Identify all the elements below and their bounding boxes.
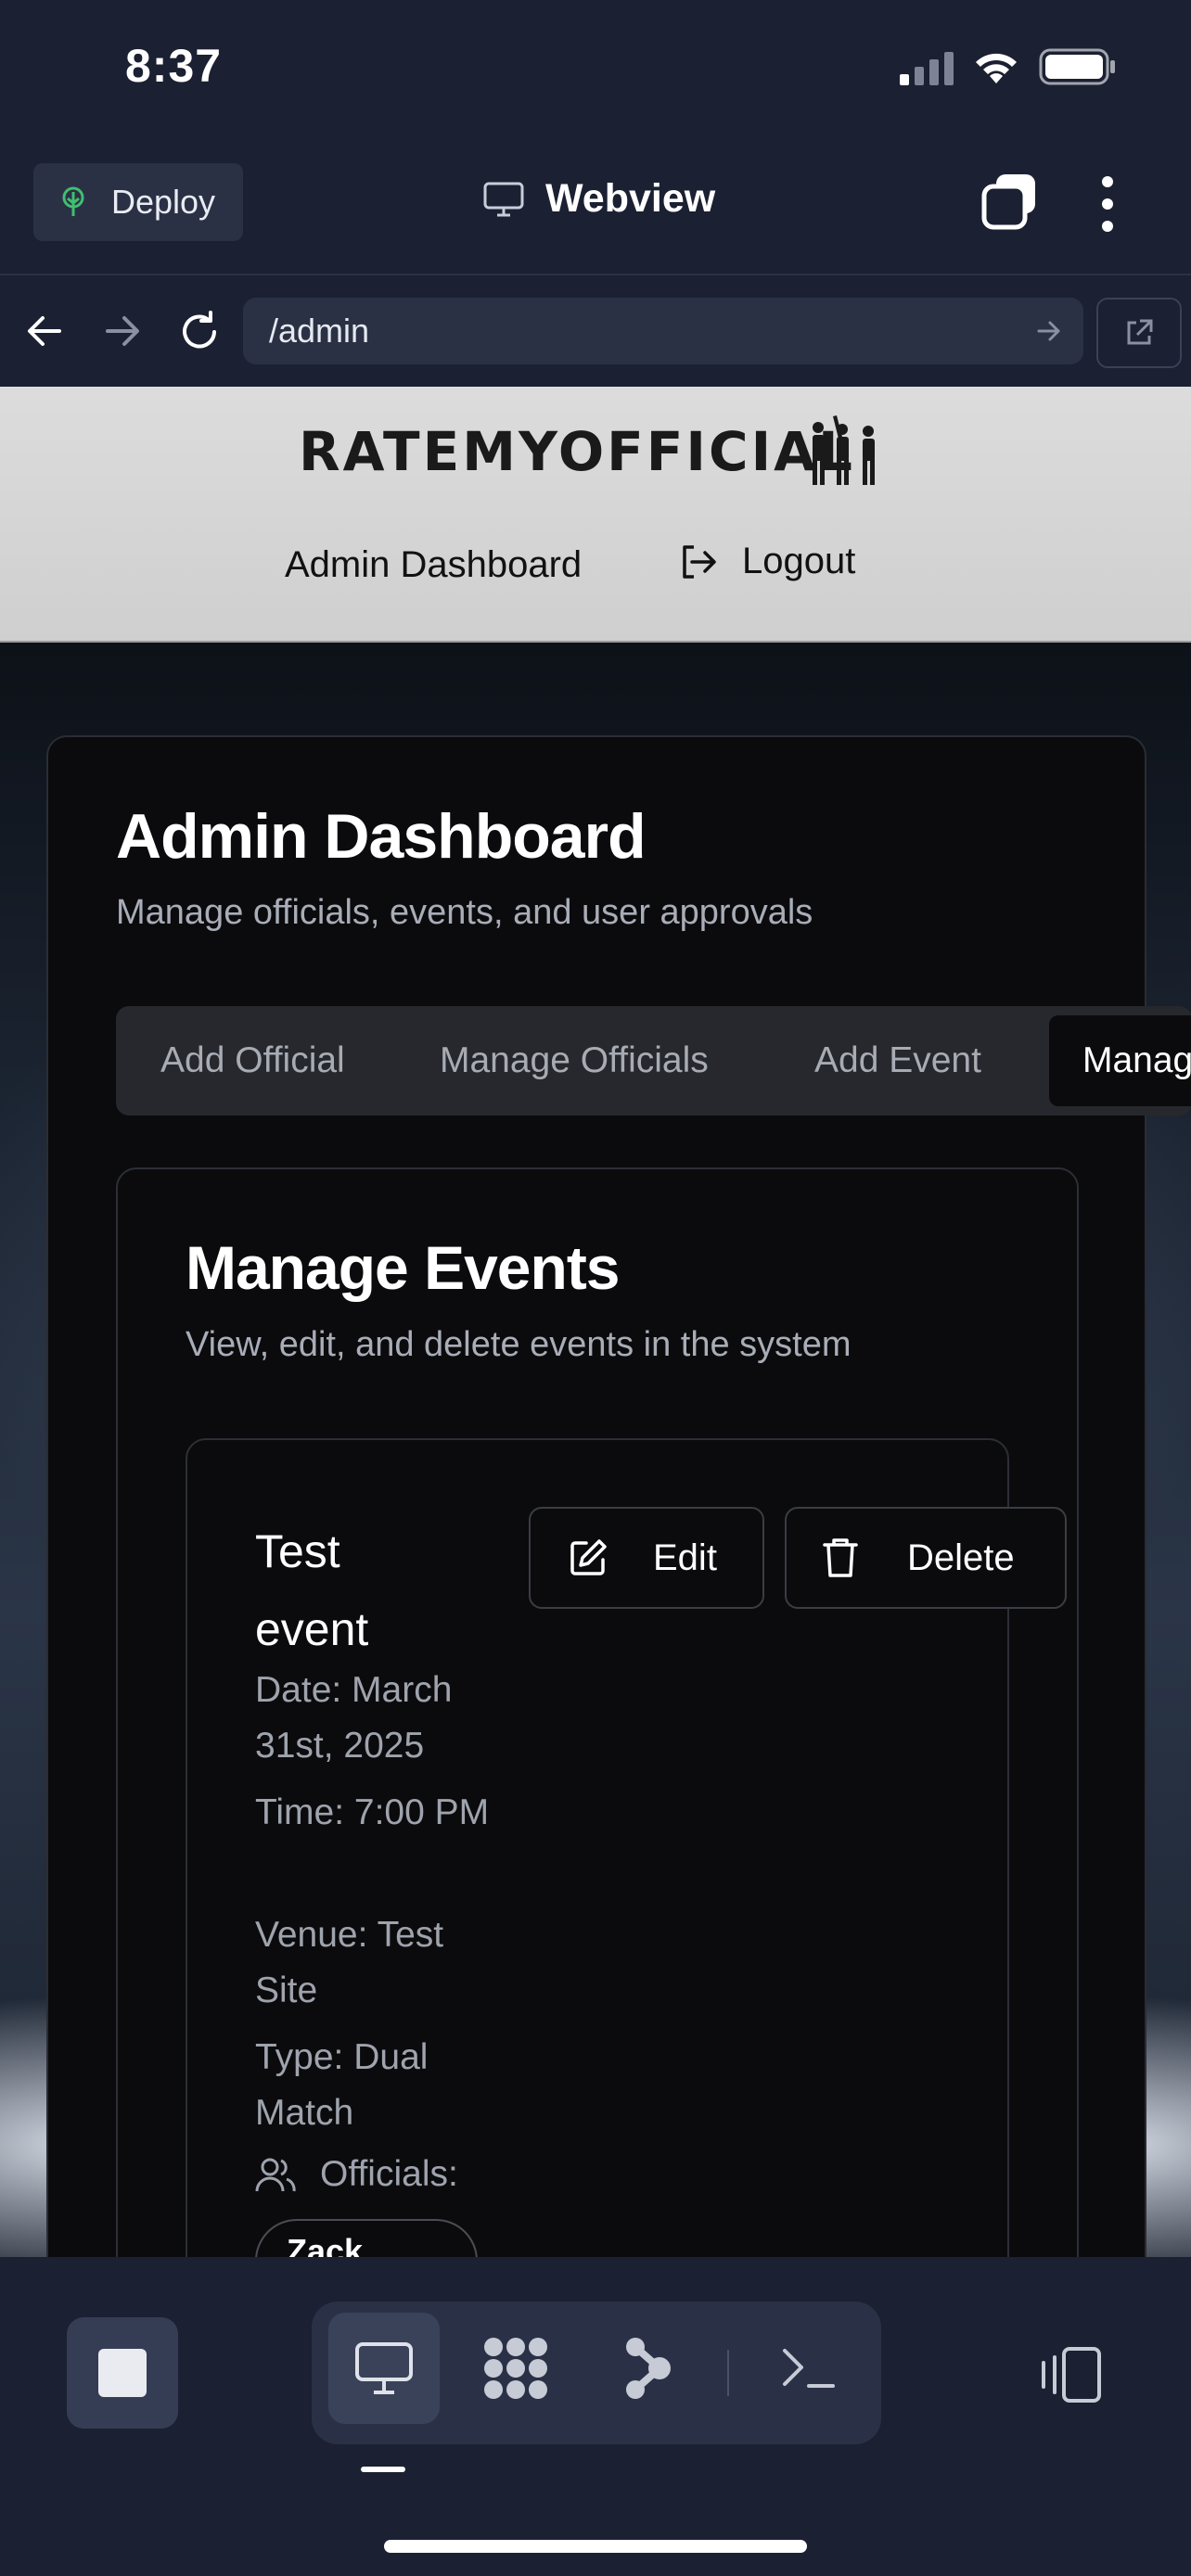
external-link-icon (1127, 319, 1153, 345)
app-bar: Deploy Webview (0, 139, 1191, 275)
graph-icon (626, 2338, 671, 2399)
apps-tool-button[interactable] (460, 2313, 571, 2424)
referees-logo-icon (813, 415, 875, 485)
toolbar-divider (727, 2350, 729, 2396)
arrow-right-icon[interactable] (104, 314, 141, 348)
external-link-button[interactable] (1096, 298, 1182, 368)
layout-icon (1042, 2347, 1101, 2403)
bottom-toolbar (0, 2257, 1191, 2576)
site-header: RATEMYOFFICIAL Admin Dashboard Logout (0, 387, 1191, 643)
section-subtitle: View, edit, and delete events in the sys… (186, 1325, 852, 1364)
arrow-left-icon[interactable] (26, 314, 63, 348)
go-arrow-icon[interactable] (1037, 320, 1061, 342)
stop-button[interactable] (67, 2317, 178, 2429)
admin-dashboard-card: Admin Dashboard Manage officials, events… (46, 735, 1191, 2257)
event-venue: Venue: Test Site (255, 1915, 444, 2010)
official-chip: Zack (255, 2219, 478, 2257)
tab-add-event[interactable]: Add Event (814, 1006, 981, 1116)
url-text: /admin (269, 312, 370, 350)
deploy-button[interactable]: Deploy (33, 163, 243, 241)
layout-button[interactable] (1018, 2324, 1121, 2426)
deploy-icon (62, 186, 84, 216)
delete-event-button[interactable]: Delete (785, 1507, 1067, 1609)
graph-tool-button[interactable] (592, 2313, 703, 2424)
nav-admin-dashboard[interactable]: Admin Dashboard (285, 544, 582, 586)
event-list-item: Test event Date: March 31st, 2025 Time: … (186, 1438, 1067, 2257)
users-icon (255, 2158, 296, 2192)
deploy-label: Deploy (111, 183, 216, 221)
signal-icon (900, 52, 954, 85)
apps-icon (484, 2338, 547, 2399)
site-logo[interactable]: RATEMYOFFICIAL (299, 420, 855, 483)
stop-icon (98, 2349, 147, 2397)
webview-title-text: Webview (545, 176, 716, 221)
tab-manage-events[interactable]: Manag (1049, 1015, 1191, 1106)
wifi-icon (976, 53, 1017, 83)
event-date: Date: March 31st, 2025 (255, 1670, 453, 1766)
home-indicator (384, 2540, 807, 2553)
webview-tool-button[interactable] (328, 2313, 440, 2424)
webpage: RATEMYOFFICIAL Admin Dashboard Logout Ad… (0, 387, 1191, 2257)
edit-label: Edit (653, 1537, 717, 1578)
reload-icon[interactable] (178, 311, 221, 353)
status-bar: 8:37 (0, 0, 1191, 139)
battery-icon (1039, 48, 1115, 85)
tab-manage-officials[interactable]: Manage Officials (440, 1006, 709, 1116)
event-officials: Officials: (255, 2154, 458, 2195)
status-time: 8:37 (125, 40, 223, 92)
active-tool-indicator (361, 2467, 405, 2472)
manage-events-card: Manage Events View, edit, and delete eve… (116, 1167, 1079, 2257)
more-vertical-icon[interactable] (1095, 174, 1121, 234)
event-type: Type: Dual Match (255, 2037, 429, 2133)
officials-label: Officials: (320, 2154, 458, 2194)
edit-event-button[interactable]: Edit (529, 1507, 764, 1609)
tool-group (312, 2302, 881, 2444)
tabs-icon[interactable] (981, 172, 1039, 230)
trash-icon (823, 1538, 858, 1577)
monitor-icon (355, 2342, 413, 2394)
tab-add-official[interactable]: Add Official (160, 1006, 345, 1116)
webview-title: Webview (482, 176, 715, 222)
event-name: Test event (255, 1525, 369, 1655)
page-title: Admin Dashboard (116, 801, 647, 872)
section-title: Manage Events (186, 1233, 620, 1302)
page-subtitle: Manage officials, events, and user appro… (116, 893, 813, 932)
url-field[interactable]: /admin (243, 298, 1083, 364)
nav-logout[interactable]: Logout (679, 541, 855, 582)
event-time: Time: 7:00 PM (255, 1792, 490, 1832)
logout-label: Logout (742, 541, 856, 581)
terminal-icon (783, 2349, 835, 2388)
shell-tool-button[interactable] (753, 2313, 864, 2424)
logout-icon (683, 544, 716, 579)
delete-label: Delete (907, 1537, 1015, 1578)
admin-tabs: Add Official Manage Officials Add Event … (116, 1006, 1191, 1116)
browser-bar: /admin (0, 275, 1191, 387)
edit-icon (570, 1539, 607, 1575)
monitor-icon (483, 182, 524, 216)
